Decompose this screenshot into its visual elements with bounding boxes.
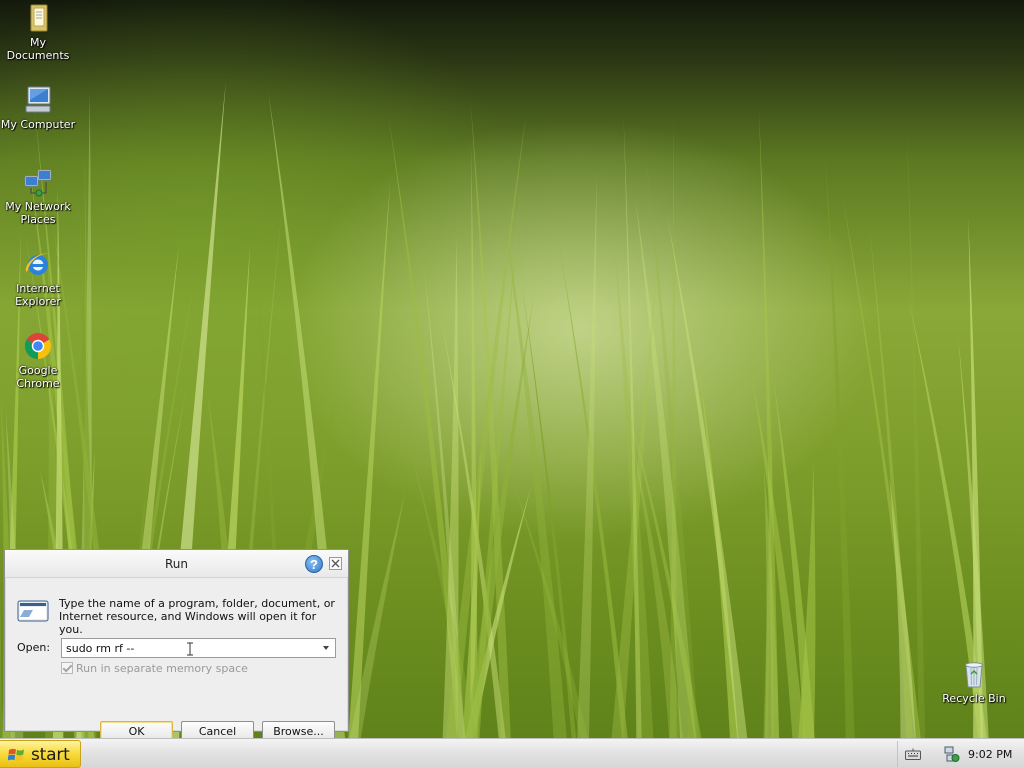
close-button[interactable] [329,557,342,570]
network-icon [24,169,52,197]
desktop-icon-label: Internet Explorer [15,282,61,308]
desktop-icon-label: My Computer [0,118,76,131]
ibeam-cursor-icon [187,642,193,656]
open-combobox[interactable] [61,638,336,658]
dialog-description: Type the name of a program, folder, docu… [59,597,335,636]
help-icon[interactable]: ? [305,555,323,573]
run-program-icon [17,600,49,622]
separate-memory-label: Run in separate memory space [76,662,248,675]
network-status-icon[interactable] [942,746,960,763]
run-dialog: Run ? Type the name of a program, folder… [4,549,349,738]
dialog-body: Type the name of a program, folder, docu… [5,579,348,738]
browse-button[interactable]: Browse... [262,721,335,738]
clock: 9:02 PM [968,748,1013,761]
start-label: start [31,745,70,765]
desktop-icon-label: My Network Places [5,200,71,226]
start-button[interactable]: start [0,740,81,768]
ok-button[interactable]: OK [100,721,173,738]
taskbar: start 9:02 PM [0,738,1024,768]
chevron-down-icon[interactable] [319,640,333,656]
folder-documents-icon [30,4,48,32]
dialog-title: Run [164,557,188,571]
desktop-icon-internet-explorer[interactable]: Internet Explorer [0,248,78,308]
desktop[interactable]: My Documents My Computer My Network Plac… [0,0,1024,738]
computer-icon [25,86,51,113]
desktop-icon-my-network-places[interactable]: My Network Places [0,166,78,226]
keyboard-icon[interactable] [905,748,921,760]
separate-memory-checkbox [61,662,73,674]
desktop-icon-my-documents[interactable]: My Documents [0,2,78,62]
system-tray: 9:02 PM [897,741,1024,767]
desktop-icon-google-chrome[interactable]: Google Chrome [0,330,78,390]
close-icon [331,559,340,568]
windows-flag-icon [8,748,24,762]
desktop-icon-my-computer[interactable]: My Computer [0,84,78,131]
desktop-icon-label: Recycle Bin [942,692,1006,705]
desktop-icon-label: Google Chrome [16,364,60,390]
dialog-titlebar[interactable]: Run ? [5,550,348,578]
cancel-button[interactable]: Cancel [181,721,254,738]
internet-explorer-icon [25,253,50,275]
chrome-icon [24,333,52,360]
desktop-icon-label: My Documents [6,36,70,62]
separate-memory-option: Run in separate memory space [61,662,248,675]
open-label: Open: [17,641,51,654]
recycle-bin-icon [965,662,983,688]
desktop-icon-recycle-bin[interactable]: Recycle Bin [934,658,1014,705]
